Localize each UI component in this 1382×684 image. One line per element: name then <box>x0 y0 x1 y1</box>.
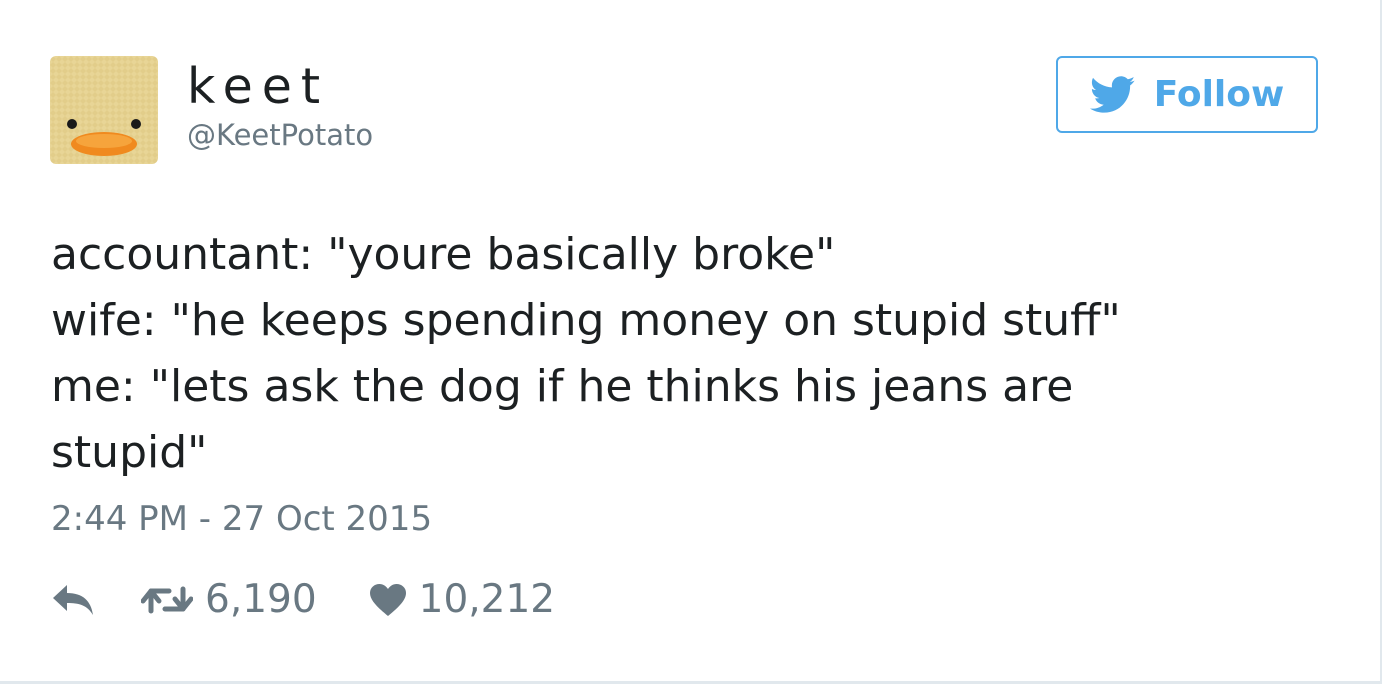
retweet-icon <box>141 586 193 614</box>
like-button[interactable]: 10,212 <box>369 574 555 626</box>
follow-label: Follow <box>1153 73 1285 115</box>
heart-icon <box>369 584 406 616</box>
timestamp[interactable]: 2:44 PM - 27 Oct 2015 <box>51 497 432 541</box>
reply-button[interactable] <box>51 583 95 617</box>
like-count: 10,212 <box>418 577 556 622</box>
tweet-line: me: "lets ask the dog if he thinks his j… <box>51 361 1074 412</box>
tweet-actions: 6,190 10,212 <box>51 574 555 626</box>
avatar[interactable] <box>50 56 158 164</box>
retweet-button[interactable]: 6,190 <box>141 574 317 626</box>
tweet-card: keet @KeetPotato Follow accountant: "you… <box>0 0 1382 684</box>
duck-face-icon <box>50 56 158 164</box>
user-handle[interactable]: @KeetPotato <box>187 117 373 153</box>
tweet-line: accountant: "youre basically broke" <box>51 229 836 280</box>
retweet-count: 6,190 <box>205 577 317 622</box>
tweet-text: accountant: "youre basically broke" wife… <box>51 222 1311 486</box>
display-name[interactable]: keet <box>187 58 329 116</box>
reply-icon <box>53 585 93 615</box>
follow-button[interactable]: Follow <box>1056 56 1318 133</box>
tweet-line: stupid" <box>51 427 208 478</box>
twitter-bird-icon <box>1089 75 1135 113</box>
tweet-line: wife: "he keeps spending money on stupid… <box>51 295 1121 346</box>
